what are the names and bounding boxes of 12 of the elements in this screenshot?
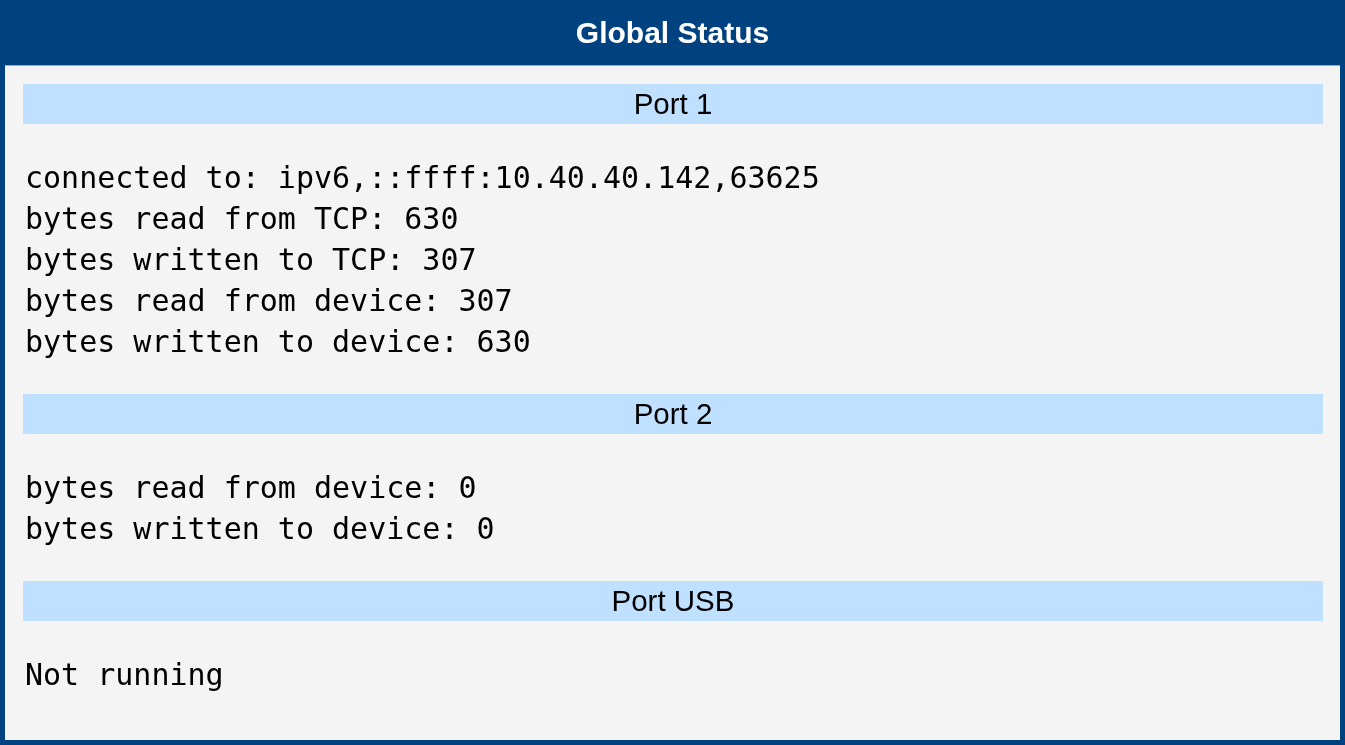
status-line: bytes written to device: 0 xyxy=(25,510,495,548)
status-line: bytes read from device: 0 xyxy=(25,469,477,507)
status-line: bytes written to device: 630 xyxy=(25,323,531,361)
status-line: Not running xyxy=(25,656,224,694)
status-line: bytes read from TCP: 630 xyxy=(25,200,459,238)
section-title: Port 1 xyxy=(633,87,713,121)
window-title: Global Status xyxy=(575,15,770,50)
status-line: connected to: ipv6,::ffff:10.40.40.142,63625 xyxy=(25,159,820,197)
status-line: bytes written to TCP: 307 xyxy=(25,241,477,279)
section-title: Port 2 xyxy=(633,397,713,431)
status-line: bytes read from device: 307 xyxy=(25,282,513,320)
section-title: Port USB xyxy=(611,584,735,618)
